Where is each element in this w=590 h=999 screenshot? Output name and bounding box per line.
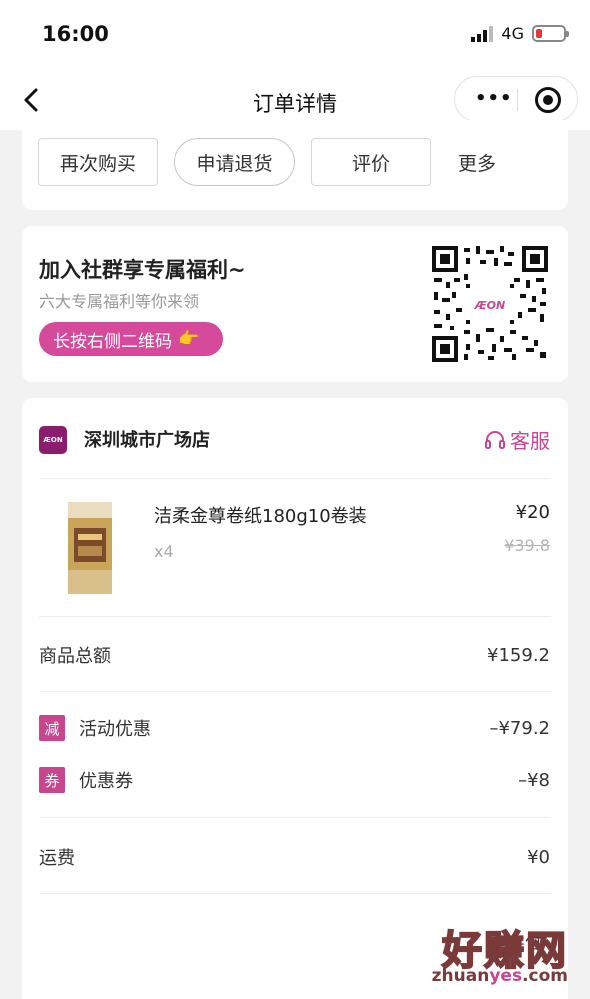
goods-total-label: 商品总额 xyxy=(39,646,111,667)
scan-qr-hint-button[interactable]: 长按右侧二维码 👉 xyxy=(39,322,223,356)
promo-row: 减 活动优惠 –¥79.2 xyxy=(39,715,550,741)
order-details-card: ÆON 深圳城市广场店 客服 洁柔金尊卷纸180g10卷装 x4 ¥20 ¥39… xyxy=(22,398,568,999)
shipping-label: 运费 xyxy=(39,848,75,869)
product-price: ¥20 xyxy=(515,502,550,523)
store-logo: ÆON xyxy=(39,426,67,454)
product-name[interactable]: 洁柔金尊卷纸180g10卷装 xyxy=(154,502,367,528)
store-name[interactable]: 深圳城市广场店 xyxy=(84,426,210,452)
goods-total-value: ¥159.2 xyxy=(487,644,550,666)
scan-qr-hint-label: 长按右侧二维码 xyxy=(53,331,172,352)
divider xyxy=(39,817,551,818)
watermark-url-b: yes xyxy=(489,966,523,986)
coupon-label: 优惠券 xyxy=(79,771,133,792)
order-actions-card: 再次购买 申请退货 评价 更多 xyxy=(22,120,568,210)
promo-label: 活动优惠 xyxy=(79,719,151,740)
capsule-divider xyxy=(517,89,518,111)
more-button[interactable]: 更多 xyxy=(442,138,512,186)
shipping-value: ¥0 xyxy=(527,846,550,868)
headset-icon xyxy=(485,430,505,449)
product-image[interactable] xyxy=(62,498,118,598)
community-banner: 加入社群享专属福利~ 六大专属福利等你来领 长按右侧二维码 👉 ÆON xyxy=(22,226,568,382)
qr-center-logo: ÆON xyxy=(474,299,506,312)
review-button[interactable]: 评价 xyxy=(311,138,431,186)
promo-tag: 减 xyxy=(39,715,65,741)
coupon-tag: 券 xyxy=(39,767,65,793)
miniapp-capsule: ••• xyxy=(454,76,578,122)
refund-button[interactable]: 申请退货 xyxy=(174,138,295,186)
watermark-url-a: zhuan xyxy=(431,966,490,986)
battery-icon xyxy=(532,25,569,42)
close-target-icon[interactable] xyxy=(535,87,561,113)
goods-total-row: 商品总额 ¥159.2 xyxy=(39,642,550,668)
status-bar: 16:00 4G xyxy=(0,0,590,70)
community-title: 加入社群享专属福利~ xyxy=(39,258,246,282)
customer-service-button[interactable]: 客服 xyxy=(484,425,550,454)
coupon-value: –¥8 xyxy=(518,769,550,791)
shipping-row: 运费 ¥0 xyxy=(39,844,550,870)
divider xyxy=(39,616,551,617)
signal-icon xyxy=(471,25,494,42)
divider xyxy=(39,893,551,894)
watermark-url-c: .com xyxy=(522,966,568,986)
qr-code[interactable]: ÆON xyxy=(430,244,550,364)
watermark-url: zhuanyes.com xyxy=(432,966,568,986)
promo-value: –¥79.2 xyxy=(489,717,550,739)
network-type: 4G xyxy=(501,24,524,43)
more-dots-icon[interactable]: ••• xyxy=(475,90,513,108)
divider xyxy=(39,478,551,479)
coupon-row: 券 优惠券 –¥8 xyxy=(39,767,550,793)
rebuy-button[interactable]: 再次购买 xyxy=(38,138,158,186)
status-icons: 4G xyxy=(471,24,569,43)
customer-service-label: 客服 xyxy=(510,429,550,453)
pointing-hand-icon: 👉 xyxy=(178,329,200,349)
product-quantity: x4 xyxy=(154,542,174,561)
divider xyxy=(39,691,551,692)
community-subtitle: 六大专属福利等你来领 xyxy=(39,292,200,311)
product-original-price: ¥39.8 xyxy=(504,536,550,555)
status-time: 16:00 xyxy=(42,22,109,46)
